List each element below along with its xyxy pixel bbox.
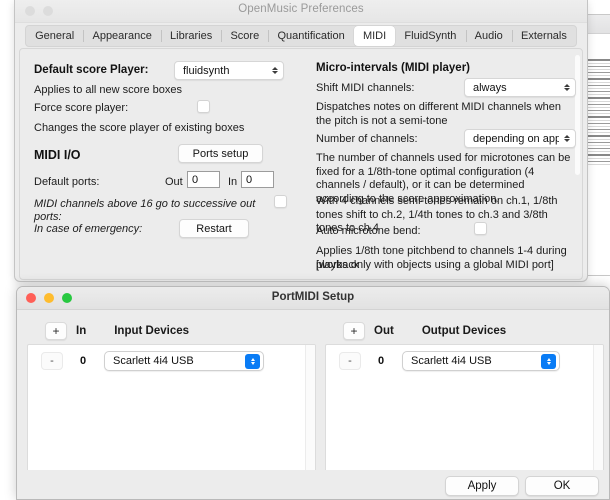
preferences-scrollbar-thumb[interactable] bbox=[575, 55, 580, 175]
number-of-channels-label: Number of channels: bbox=[316, 133, 418, 145]
add-output-device-button[interactable]: + bbox=[343, 322, 365, 340]
input-device-select[interactable]: Scarlett 4i4 USB bbox=[104, 351, 264, 371]
tab-label: Quantification bbox=[277, 29, 345, 42]
output-device-value: Scarlett 4i4 USB bbox=[411, 355, 492, 367]
tab-label: General bbox=[35, 29, 75, 42]
successive-out-ports-checkbox[interactable] bbox=[274, 195, 287, 208]
ports-setup-button[interactable]: Ports setup bbox=[178, 144, 263, 163]
auto-microtone-bend-hint-secondary: [works only with objects using a global … bbox=[316, 259, 554, 271]
shift-midi-channels-label: Shift MIDI channels: bbox=[316, 82, 415, 94]
default-port-out-input[interactable]: 0 bbox=[187, 171, 220, 188]
portmidi-footer: Apply OK bbox=[17, 470, 609, 499]
add-input-device-button[interactable]: + bbox=[45, 322, 67, 340]
chevron-updown-icon bbox=[541, 353, 556, 369]
auto-microtone-bend-label: Auto microtone bend: bbox=[316, 225, 421, 237]
input-devices-header: Input Devices bbox=[114, 325, 190, 337]
input-devices-list[interactable]: - 0 Scarlett 4i4 USB bbox=[27, 344, 316, 477]
preferences-tabstrip[interactable]: General Appearance Libraries Score Quant… bbox=[25, 24, 577, 47]
chevron-updown-icon bbox=[559, 135, 575, 142]
portmidi-setup-window[interactable]: PortMIDI Setup + In Input Devices - 0 Sc… bbox=[16, 286, 610, 500]
tab-general[interactable]: General bbox=[26, 26, 83, 46]
tab-fluidsynth[interactable]: FluidSynth bbox=[395, 26, 465, 46]
preferences-panel-midi: Default score Player: fluidsynth Applies… bbox=[19, 48, 583, 280]
default-score-player-select[interactable]: fluidsynth bbox=[174, 61, 284, 80]
tab-label: Appearance bbox=[92, 29, 152, 42]
minus-icon: - bbox=[50, 355, 54, 367]
default-score-player-label: Default score Player: bbox=[34, 64, 149, 76]
ports-setup-button-label: Ports setup bbox=[192, 147, 249, 160]
default-ports-label: Default ports: bbox=[34, 176, 100, 188]
input-pane-header: + In Input Devices bbox=[45, 322, 189, 340]
tab-midi[interactable]: MIDI bbox=[353, 25, 396, 46]
force-score-player-hint: Changes the score player of existing box… bbox=[34, 122, 245, 134]
default-score-player-hint: Applies to all new score boxes bbox=[34, 84, 182, 96]
input-device-index: 0 bbox=[79, 355, 87, 367]
portmidi-window-title: PortMIDI Setup bbox=[271, 291, 355, 303]
remove-output-device-button[interactable]: - bbox=[339, 352, 361, 370]
output-devices-header: Output Devices bbox=[421, 325, 507, 337]
tab-externals[interactable]: Externals bbox=[511, 26, 576, 46]
output-direction-label: Out bbox=[374, 325, 394, 337]
ok-button-label: OK bbox=[553, 480, 571, 492]
restart-button[interactable]: Restart bbox=[179, 219, 249, 238]
tab-label: FluidSynth bbox=[404, 29, 457, 42]
apply-button[interactable]: Apply bbox=[445, 476, 519, 496]
preferences-window[interactable]: OpenMusic Preferences General Appearance… bbox=[14, 0, 588, 282]
force-score-player-label: Force score player: bbox=[34, 102, 129, 114]
output-device-select[interactable]: Scarlett 4i4 USB bbox=[402, 351, 560, 371]
plus-icon: + bbox=[52, 324, 60, 338]
apply-button-label: Apply bbox=[467, 480, 497, 492]
micro-intervals-heading: Micro-intervals (MIDI player) bbox=[316, 62, 471, 74]
restart-button-label: Restart bbox=[196, 222, 232, 235]
remove-input-device-button[interactable]: - bbox=[41, 352, 63, 370]
tab-libraries[interactable]: Libraries bbox=[160, 26, 221, 46]
ok-button[interactable]: OK bbox=[525, 476, 599, 496]
tab-quantification[interactable]: Quantification bbox=[268, 26, 354, 46]
tab-audio[interactable]: Audio bbox=[465, 26, 512, 46]
chevron-updown-icon bbox=[245, 353, 260, 369]
output-pane-header: + Out Output Devices bbox=[343, 322, 506, 340]
auto-microtone-bend-checkbox[interactable] bbox=[474, 222, 487, 235]
output-devices-list[interactable]: - 0 Scarlett 4i4 USB bbox=[325, 344, 604, 477]
emergency-label: In case of emergency: bbox=[34, 223, 143, 235]
shift-midi-channels-select[interactable]: always bbox=[464, 78, 576, 97]
portmidi-titlebar[interactable]: PortMIDI Setup bbox=[17, 287, 609, 310]
tab-label: Audio bbox=[474, 29, 503, 42]
default-port-out-label: Out bbox=[165, 176, 183, 188]
portmidi-body: + In Input Devices - 0 Scarlett 4i4 USB bbox=[17, 310, 609, 499]
default-port-in-label: In bbox=[228, 176, 238, 188]
shift-midi-channels-value: always bbox=[473, 81, 507, 94]
screen-root: OpenMusic Preferences General Appearance… bbox=[0, 0, 610, 500]
minus-icon: - bbox=[348, 355, 352, 367]
preferences-titlebar[interactable]: OpenMusic Preferences bbox=[15, 0, 587, 23]
plus-icon: + bbox=[350, 324, 358, 338]
output-device-index: 0 bbox=[377, 355, 385, 367]
input-device-row[interactable]: - 0 Scarlett 4i4 USB bbox=[28, 345, 315, 377]
number-of-channels-value: depending on approx bbox=[473, 132, 559, 145]
tab-label: MIDI bbox=[362, 29, 387, 42]
preferences-tabbar: General Appearance Libraries Score Quant… bbox=[15, 23, 587, 48]
output-device-row[interactable]: - 0 Scarlett 4i4 USB bbox=[326, 345, 603, 377]
preferences-window-title: OpenMusic Preferences bbox=[238, 3, 364, 15]
tab-label: Score bbox=[230, 29, 260, 42]
force-score-player-checkbox[interactable] bbox=[197, 100, 210, 113]
default-score-player-value: fluidsynth bbox=[183, 64, 230, 77]
midi-io-heading: MIDI I/O bbox=[34, 148, 81, 162]
chevron-updown-icon bbox=[559, 84, 575, 91]
tab-score[interactable]: Score bbox=[221, 26, 268, 46]
tab-appearance[interactable]: Appearance bbox=[83, 26, 161, 46]
tab-label: Externals bbox=[521, 29, 567, 42]
default-port-in-input[interactable]: 0 bbox=[241, 171, 274, 188]
input-device-value: Scarlett 4i4 USB bbox=[113, 355, 194, 367]
number-of-channels-select[interactable]: depending on approx bbox=[464, 129, 576, 148]
shift-midi-channels-hint: Dispatches notes on different MIDI chann… bbox=[316, 101, 561, 127]
input-direction-label: In bbox=[76, 325, 87, 337]
tab-label: Libraries bbox=[170, 29, 213, 42]
chevron-updown-icon bbox=[267, 67, 283, 74]
